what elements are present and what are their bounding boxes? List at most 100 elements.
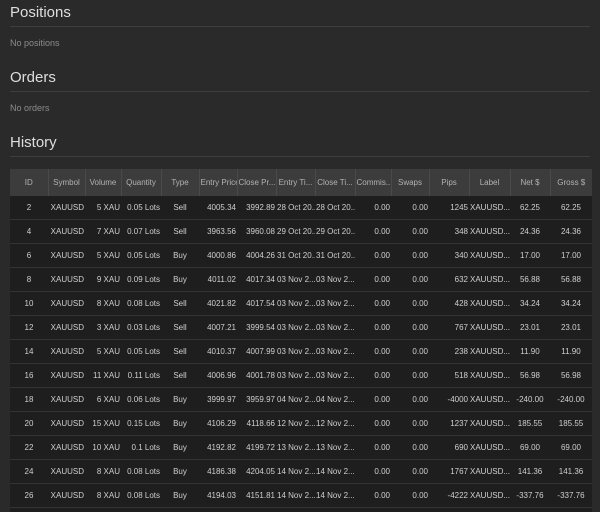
history-row[interactable]: 6 XAUUSD 5 XAU 0.05 Lots Buy 4000.86 4004.26 31… [10, 243, 592, 268]
history-cell: 0.11 Lots [121, 363, 161, 388]
column-header-volume[interactable]: Volume [84, 169, 121, 196]
history-cell: 14 [10, 339, 48, 364]
history-cell: -240.00 [550, 387, 592, 412]
history-cell: 0.08 Lots [121, 483, 161, 508]
column-header-entry-ti[interactable]: Entry Ti... [275, 169, 315, 196]
history-cell: XAUUSD [48, 363, 85, 388]
history-cell: Buy [161, 267, 199, 292]
history-row[interactable]: 2 XAUUSD 5 XAU 0.05 Lots Sell 4005.34 3992.89 2… [10, 196, 592, 220]
history-cell: 3 XAU [85, 315, 121, 340]
history-cell: 0.00 [391, 507, 429, 512]
history-cell: 6 XAU [85, 387, 121, 412]
history-cell: 4017.34 [237, 267, 276, 292]
history-cell: XAUUSD [48, 291, 85, 316]
column-header-close-pr[interactable]: Close Pr... [236, 169, 276, 196]
history-row[interactable]: 26 XAUUSD 8 XAU 0.08 Lots Buy 4194.03 4151.81 1… [10, 483, 592, 508]
history-cell: 7 XAU [85, 219, 121, 244]
history-header-row: ID Symbol Volume Quantity Type Entry Price Clo… [10, 169, 592, 196]
history-cell: XAUUSD... [469, 363, 510, 388]
history-cell: 348 [429, 219, 469, 244]
history-cell: -4222 [429, 483, 469, 508]
column-header-gross[interactable]: Gross $ [549, 169, 592, 196]
history-cell: 12 Nov 2... [315, 411, 355, 436]
history-cell: 31 Oct 20... [276, 243, 315, 268]
history-cell: 0.00 [391, 411, 429, 436]
history-row[interactable]: 22 XAUUSD 10 XAU 0.1 Lots Buy 4192.82 4199.72 1… [10, 435, 592, 460]
history-cell: 17 Nov 2... [276, 507, 315, 512]
history-cell: Buy [161, 387, 199, 412]
column-header-quantity[interactable]: Quantity [120, 169, 161, 196]
history-row[interactable]: 20 XAUUSD 15 XAU 0.15 Lots Buy 4106.29 4118.66… [10, 411, 592, 436]
history-cell: 15 XAU [85, 411, 121, 436]
history-cell: 4011.02 [199, 267, 237, 292]
history-cell: 31 Oct 20... [315, 243, 355, 268]
history-cell: XAUUSD... [469, 196, 510, 220]
column-header-symbol[interactable]: Symbol [47, 169, 85, 196]
column-header-type[interactable]: Type [160, 169, 199, 196]
history-cell: XAUUSD [48, 267, 85, 292]
column-header-entry-price[interactable]: Entry Price [198, 169, 237, 196]
history-cell: -240.00 [510, 387, 550, 412]
history-cell: XAUUSD... [469, 267, 510, 292]
history-cell: 0.00 [391, 315, 429, 340]
history-cell: 14 Nov 2... [276, 483, 315, 508]
history-cell: 0.00 [391, 483, 429, 508]
history-cell: XAUUSD... [469, 315, 510, 340]
history-cell: XAUUSD [48, 411, 85, 436]
history-cell: 9 XAU [85, 267, 121, 292]
column-header-label[interactable]: Label [468, 169, 510, 196]
history-cell: 185.55 [550, 411, 592, 436]
history-table-container: ID Symbol Volume Quantity Type Entry Price Clo… [10, 169, 592, 512]
history-row[interactable]: 14 XAUUSD 5 XAU 0.05 Lots Sell 4010.37 4007.99… [10, 339, 592, 364]
history-row[interactable]: 18 XAUUSD 6 XAU 0.06 Lots Buy 3999.97 3959.97 0… [10, 387, 592, 412]
history-cell: 0.00 [355, 315, 391, 340]
history-row[interactable]: 4 XAUUSD 7 XAU 0.07 Lots Sell 3963.56 3960.08 2… [10, 219, 592, 244]
history-cell: 0.03 Lots [121, 315, 161, 340]
history-cell: 0.00 [391, 291, 429, 316]
history-cell: 26 [10, 483, 48, 508]
column-header-commis[interactable]: Commis... [354, 169, 391, 196]
history-cell: 0.00 [355, 507, 391, 512]
column-header-net[interactable]: Net $ [509, 169, 550, 196]
history-cell: 0.00 [355, 339, 391, 364]
column-header-close-ti[interactable]: Close Ti... [314, 169, 355, 196]
history-cell: 3999.54 [237, 315, 276, 340]
history-cell: 28 [10, 507, 48, 512]
history-cell: 0.05 Lots [121, 196, 161, 220]
history-section-title: History [10, 131, 590, 157]
history-cell: 13 Nov 2... [315, 435, 355, 460]
history-cell: 17.00 [550, 243, 592, 268]
history-cell: 632 [429, 267, 469, 292]
history-cell: 4 [10, 219, 48, 244]
history-cell: 179 [429, 507, 469, 512]
history-row[interactable]: 16 XAUUSD 11 XAU 0.11 Lots Sell 4006.96 4001.7… [10, 363, 592, 388]
history-row[interactable]: 8 XAUUSD 9 XAU 0.09 Lots Buy 4011.02 4017.34 03… [10, 267, 592, 292]
history-cell: 0.00 [355, 411, 391, 436]
history-cell: 0.04 Lots [121, 507, 161, 512]
history-row[interactable]: 10 XAUUSD 8 XAU 0.08 Lots Sell 4021.82 4017.54… [10, 291, 592, 316]
history-cell: Buy [161, 243, 199, 268]
history-cell: 0.05 Lots [121, 339, 161, 364]
history-cell: 62.25 [510, 196, 550, 220]
history-cell: 141.36 [510, 459, 550, 484]
history-cell: 03 Nov 2... [276, 315, 315, 340]
history-cell: XAUUSD... [469, 435, 510, 460]
column-header-id[interactable]: ID [10, 169, 48, 196]
history-row[interactable]: 28XAUUSD4 XAU0.04 LotsBuy4093.914095.701… [10, 507, 592, 512]
history-cell: 62.25 [550, 196, 592, 220]
history-cell: 3959.97 [237, 387, 276, 412]
history-cell: 0.00 [391, 459, 429, 484]
column-header-swaps[interactable]: Swaps [390, 169, 429, 196]
positions-section-title: Positions [10, 0, 590, 27]
history-cell: 56.98 [510, 363, 550, 388]
history-cell: 141.36 [550, 459, 592, 484]
column-header-pips[interactable]: Pips [428, 169, 469, 196]
history-row[interactable]: 24 XAUUSD 8 XAU 0.08 Lots Buy 4186.38 4204.05 1… [10, 459, 592, 484]
history-cell: 6 [10, 243, 48, 268]
history-cell: 0.15 Lots [121, 411, 161, 436]
history-cell: 3963.56 [199, 219, 237, 244]
history-cell: 4199.72 [237, 435, 276, 460]
history-cell: 03 Nov 2... [315, 315, 355, 340]
history-row[interactable]: 12 XAUUSD 3 XAU 0.03 Lots Sell 4007.21 3999.54… [10, 315, 592, 340]
history-cell: 3999.97 [199, 387, 237, 412]
